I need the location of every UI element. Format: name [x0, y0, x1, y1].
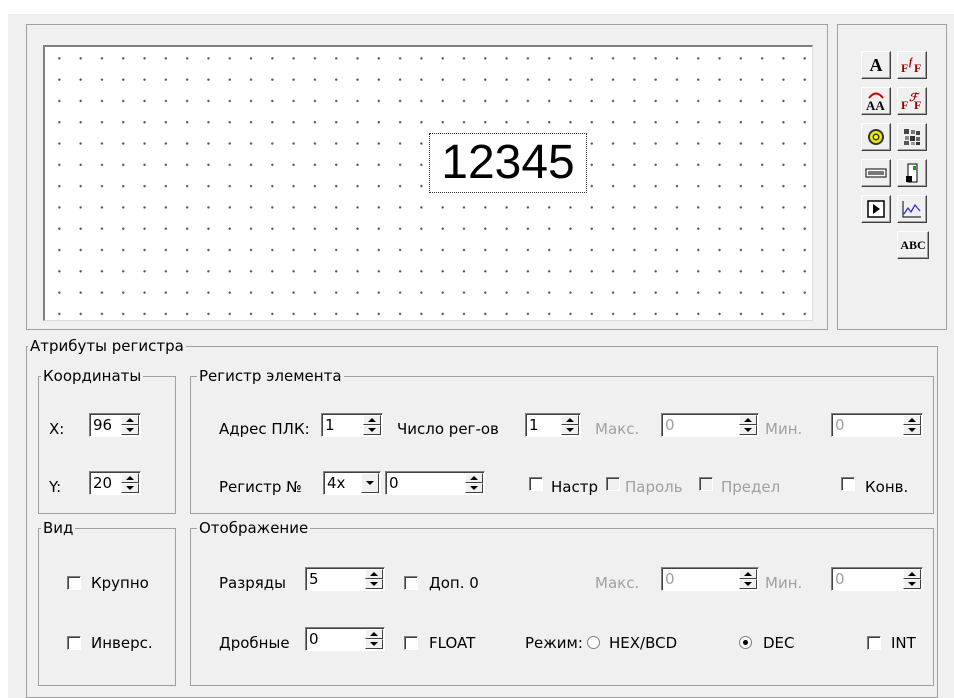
- view-legend: Вид: [41, 519, 76, 537]
- svg-text:F: F: [901, 61, 908, 75]
- x-spinner[interactable]: [121, 415, 139, 435]
- hex-bcd-label: HEX/BCD: [609, 634, 678, 652]
- svg-text:F: F: [901, 98, 908, 112]
- target-icon[interactable]: [861, 123, 891, 151]
- hex-bcd-radio[interactable]: [587, 636, 600, 649]
- reg-max-input[interactable]: 0: [661, 413, 759, 437]
- reg-min-input[interactable]: 0: [831, 413, 923, 437]
- y-label: Y:: [49, 478, 62, 496]
- reg-min-label: Мин.: [765, 420, 803, 438]
- field-icon[interactable]: [861, 159, 891, 187]
- display-min-spinner[interactable]: [903, 569, 921, 589]
- display-max-label: Макс.: [595, 574, 640, 592]
- play-icon[interactable]: [861, 195, 891, 223]
- chart-icon[interactable]: [897, 195, 927, 223]
- register-attributes-legend: Атрибуты регистра: [28, 337, 186, 355]
- display-group: Отображение Разряды 5 Доп. 0 Макс. 0 Мин…: [190, 519, 934, 686]
- digits-label: Разряды: [219, 574, 286, 592]
- pattern-icon[interactable]: [897, 123, 927, 151]
- leading-zero-checkbox[interactable]: [404, 576, 418, 590]
- design-canvas[interactable]: 12345: [43, 45, 813, 321]
- font-icon[interactable]: A: [861, 51, 891, 79]
- reg-count-input[interactable]: 1: [525, 413, 581, 437]
- x-label: X:: [49, 420, 65, 438]
- y-input[interactable]: 20: [89, 471, 141, 495]
- reg-min-spinner[interactable]: [903, 415, 921, 435]
- reg-max-label: Макс.: [595, 420, 640, 438]
- register-element-legend: Регистр элемента: [197, 367, 344, 385]
- limit-label: Предел: [721, 478, 781, 496]
- numeric-display-element[interactable]: 12345: [429, 133, 587, 193]
- fraction-input[interactable]: 0: [305, 627, 385, 651]
- reg-type-select[interactable]: 4x: [323, 471, 381, 495]
- inverse-checkbox[interactable]: [67, 636, 81, 650]
- register-editor-window: 12345 A FfF AA FℱF ABC Атрибуты регистра…: [8, 14, 954, 698]
- svg-text:AA: AA: [866, 98, 885, 112]
- coordinates-legend: Координаты: [41, 367, 144, 385]
- reg-count-label: Число рег-ов: [397, 420, 499, 438]
- int-label: INT: [891, 634, 916, 652]
- reg-count-spinner[interactable]: [561, 415, 579, 435]
- dec-label: DEC: [763, 634, 795, 652]
- display-min-label: Мин.: [765, 574, 803, 592]
- svg-text:F: F: [914, 61, 921, 75]
- float-checkbox[interactable]: [404, 636, 418, 650]
- leading-zero-label: Доп. 0: [429, 574, 479, 592]
- mode-label: Режим:: [525, 634, 583, 652]
- display-legend: Отображение: [197, 519, 311, 537]
- display-max-input[interactable]: 0: [661, 567, 759, 591]
- limit-checkbox[interactable]: [699, 477, 713, 491]
- plc-address-input[interactable]: 1: [321, 413, 383, 437]
- digits-spinner[interactable]: [365, 569, 383, 589]
- view-group: Вид Крупно Инверс.: [38, 519, 176, 686]
- font-style-icon[interactable]: FfF: [897, 51, 927, 79]
- reg-no-input[interactable]: 0: [385, 471, 485, 495]
- abc-icon[interactable]: ABC: [897, 231, 929, 259]
- password-checkbox[interactable]: [606, 477, 620, 491]
- font-effect-icon[interactable]: FℱF: [897, 87, 927, 115]
- int-checkbox[interactable]: [867, 636, 881, 650]
- preview-panel: 12345: [26, 24, 828, 330]
- door-icon[interactable]: [897, 159, 927, 187]
- conv-label: Конв.: [865, 478, 909, 496]
- large-label: Крупно: [91, 574, 149, 592]
- setup-label: Настр: [551, 478, 598, 496]
- digits-input[interactable]: 5: [305, 567, 385, 591]
- x-input[interactable]: 96: [89, 413, 141, 437]
- register-element-group: Регистр элемента Адрес ПЛК: 1 Число рег-…: [190, 367, 934, 514]
- password-label: Пароль: [625, 478, 683, 496]
- conv-checkbox[interactable]: [841, 477, 855, 491]
- chevron-down-icon[interactable]: [361, 473, 379, 493]
- svg-text:F: F: [914, 98, 921, 112]
- float-label: FLOAT: [429, 634, 476, 652]
- fraction-spinner[interactable]: [365, 629, 383, 649]
- large-checkbox[interactable]: [67, 576, 81, 590]
- inverse-label: Инверс.: [91, 634, 153, 652]
- reg-max-spinner[interactable]: [739, 415, 757, 435]
- y-spinner[interactable]: [121, 473, 139, 493]
- plc-address-spinner[interactable]: [363, 415, 381, 435]
- element-toolbox: A FfF AA FℱF ABC: [837, 24, 947, 330]
- font-rotate-icon[interactable]: AA: [861, 87, 891, 115]
- reg-no-label: Регистр №: [219, 478, 302, 496]
- reg-no-spinner[interactable]: [465, 473, 483, 493]
- coordinates-group: Координаты X: 96 Y: 20: [38, 367, 176, 514]
- fraction-label: Дробные: [219, 634, 290, 652]
- plc-address-label: Адрес ПЛК:: [219, 420, 310, 438]
- setup-checkbox[interactable]: [529, 477, 543, 491]
- display-min-input[interactable]: 0: [831, 567, 923, 591]
- display-max-spinner[interactable]: [739, 569, 757, 589]
- dec-radio[interactable]: [739, 636, 752, 649]
